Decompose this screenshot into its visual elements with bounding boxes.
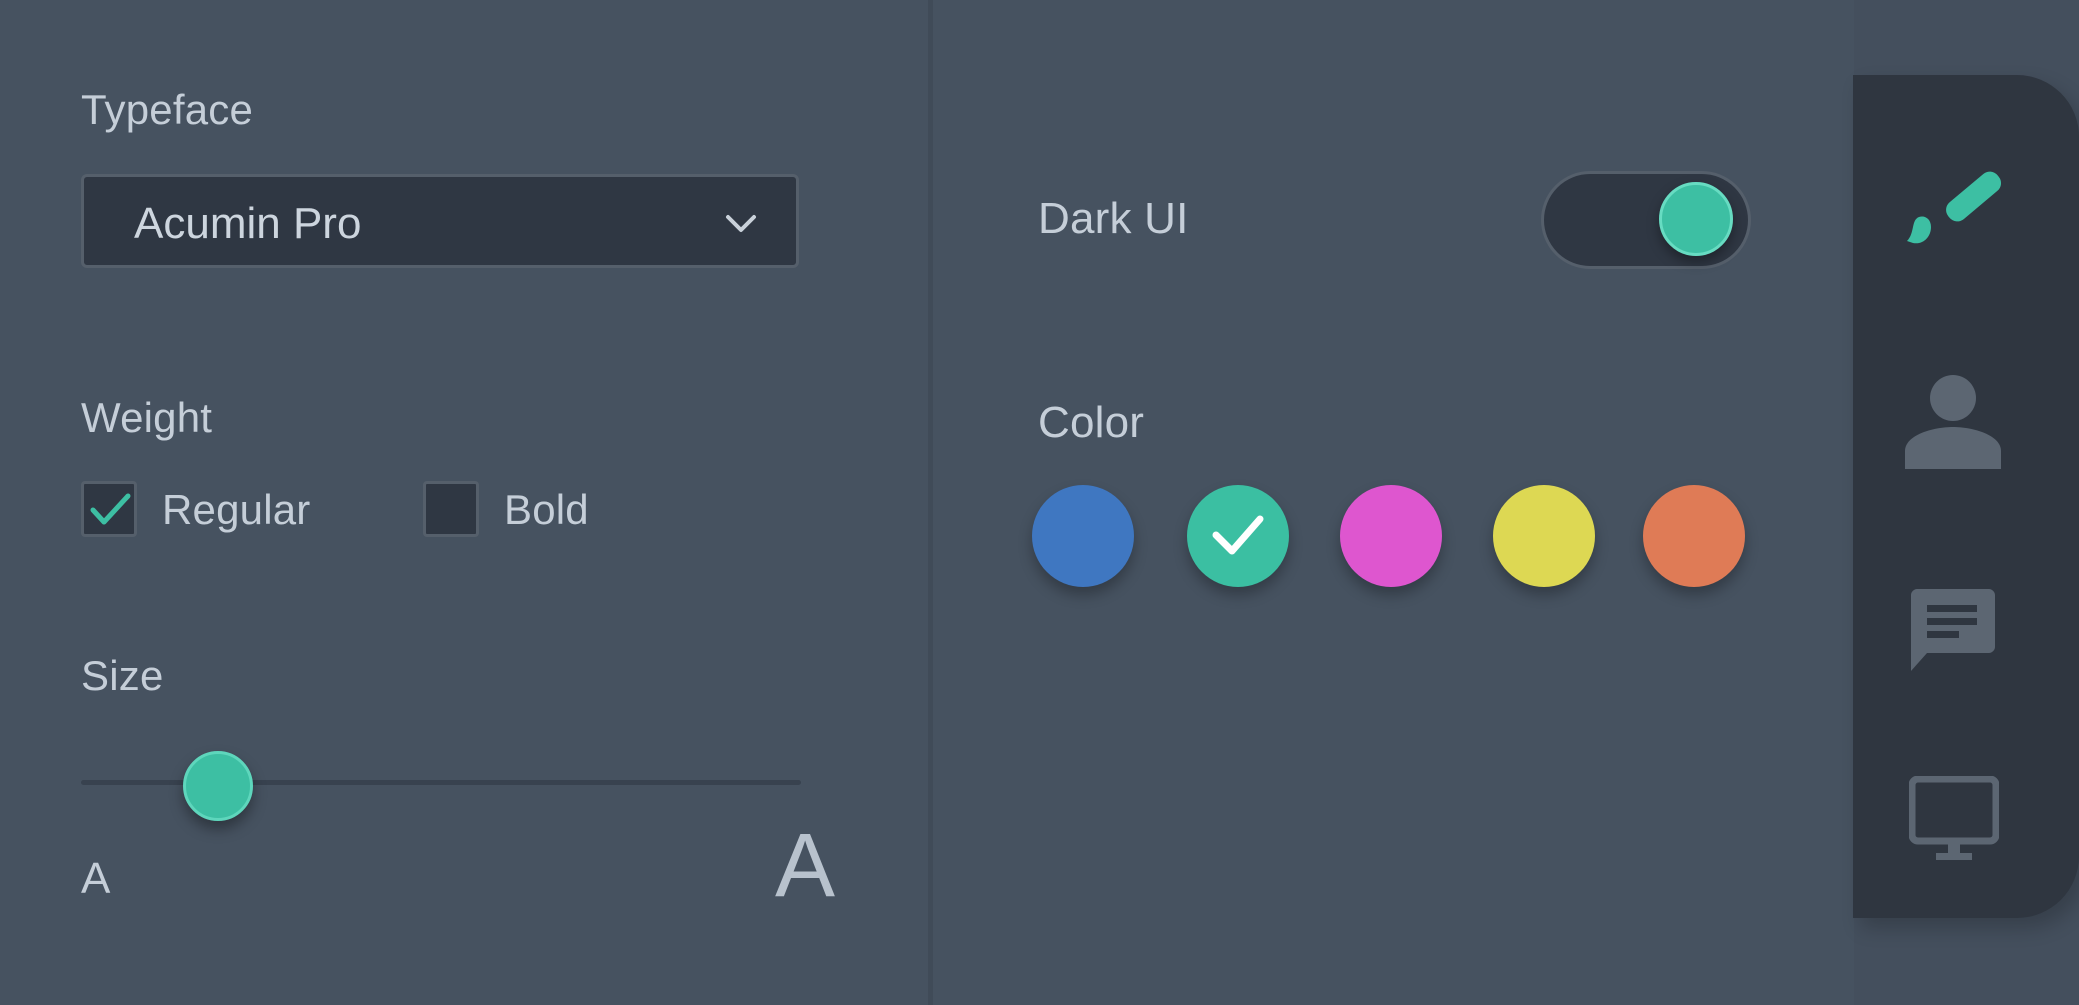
dark-ui-label: Dark UI bbox=[1038, 194, 1189, 243]
typeface-label: Typeface bbox=[81, 86, 254, 133]
weight-label: Weight bbox=[81, 394, 213, 441]
settings-window: Typeface Acumin Pro Weight Regular Bold … bbox=[0, 0, 2079, 1005]
color-label: Color bbox=[1038, 398, 1145, 447]
color-swatch-orange[interactable] bbox=[1643, 485, 1745, 587]
toggle-knob bbox=[1659, 182, 1733, 256]
color-swatch-blue[interactable] bbox=[1032, 485, 1134, 587]
monitor-icon[interactable] bbox=[1909, 776, 1999, 862]
size-label: Size bbox=[81, 652, 164, 699]
size-slider-thumb[interactable] bbox=[182, 751, 253, 821]
dark-ui-toggle[interactable] bbox=[1541, 171, 1751, 269]
size-max-label: A bbox=[775, 816, 836, 916]
typeface-selected-value: Acumin Pro bbox=[134, 199, 362, 248]
sidebar bbox=[1853, 75, 2079, 918]
user-icon[interactable] bbox=[1903, 373, 2003, 473]
regular-checkbox[interactable] bbox=[81, 481, 137, 537]
chat-icon[interactable] bbox=[1911, 589, 1995, 673]
regular-label[interactable]: Regular bbox=[162, 486, 310, 534]
bold-checkbox[interactable] bbox=[423, 481, 479, 537]
color-swatch-teal[interactable] bbox=[1187, 485, 1289, 587]
check-icon bbox=[90, 493, 131, 525]
paintbrush-icon[interactable] bbox=[1905, 165, 2007, 255]
color-swatch-yellow[interactable] bbox=[1493, 485, 1595, 587]
size-min-label: A bbox=[81, 854, 111, 903]
chevron-down-icon bbox=[726, 215, 756, 232]
color-swatch-magenta[interactable] bbox=[1340, 485, 1442, 587]
typeface-dropdown[interactable]: Acumin Pro bbox=[81, 174, 799, 268]
check-icon bbox=[1212, 515, 1264, 555]
typography-panel: Typeface Acumin Pro Weight Regular Bold … bbox=[0, 0, 928, 1005]
bold-label[interactable]: Bold bbox=[504, 486, 589, 534]
